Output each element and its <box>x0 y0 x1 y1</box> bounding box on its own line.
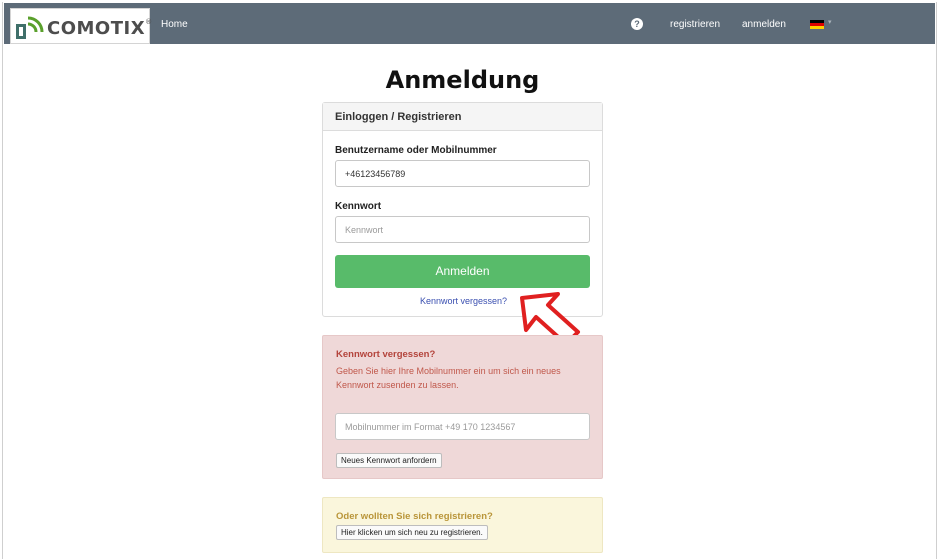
nav-login-link[interactable]: anmelden <box>742 19 786 30</box>
password-input[interactable]: Kennwort <box>335 216 590 243</box>
forgot-password-text: Geben Sie hier Ihre Mobilnummer ein um s… <box>336 366 561 390</box>
register-button[interactable]: Hier klicken um sich neu zu registrieren… <box>336 525 488 540</box>
nav-home-link[interactable]: Home <box>161 19 188 30</box>
username-label: Benutzername oder Mobilnummer <box>335 145 497 156</box>
register-panel-title: Oder wollten Sie sich registrieren? <box>336 511 493 522</box>
username-input[interactable]: +46123456789 <box>335 160 590 187</box>
page-title: Anmeldung <box>385 66 540 94</box>
forgot-password-panel: Kennwort vergessen? Geben Sie hier Ihre … <box>322 335 603 479</box>
brand-logo[interactable]: COMOTIX® <box>10 8 153 44</box>
brand-name: COMOTIX® <box>47 18 153 39</box>
chevron-down-icon[interactable]: ▾ <box>828 18 832 26</box>
help-icon[interactable]: ? <box>631 18 643 30</box>
request-new-password-button[interactable]: Neues Kennwort anfordern <box>336 453 442 468</box>
forgot-password-title: Kennwort vergessen? <box>336 349 436 360</box>
login-submit-button[interactable]: Anmelden <box>335 255 590 288</box>
login-panel: Einloggen / Registrieren Benutzername od… <box>322 102 603 317</box>
login-panel-heading: Einloggen / Registrieren <box>323 103 602 131</box>
nav-register-link[interactable]: registrieren <box>670 19 720 30</box>
de-flag-icon[interactable] <box>810 20 824 29</box>
phone-number-input[interactable]: Mobilnummer im Format +49 170 1234567 <box>335 413 590 440</box>
wifi-signal-logo-icon <box>16 16 44 39</box>
register-panel: Oder wollten Sie sich registrieren? Hier… <box>322 497 603 553</box>
top-navbar: COMOTIX® Home ? registrieren anmelden ▾ <box>4 3 935 44</box>
password-label: Kennwort <box>335 201 382 212</box>
